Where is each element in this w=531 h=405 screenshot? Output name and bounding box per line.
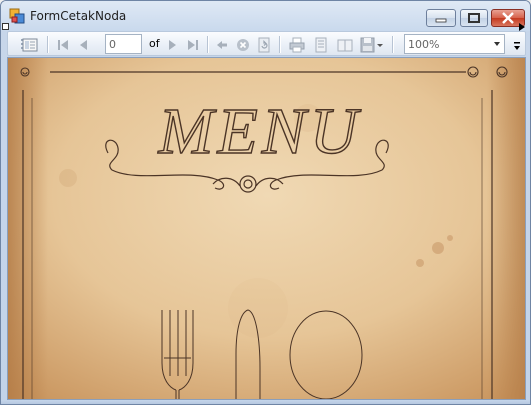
previous-page-icon[interactable] xyxy=(76,37,92,53)
toolbar-separator xyxy=(47,36,48,53)
menu-page: MENU xyxy=(8,58,525,399)
current-page-input[interactable]: 0 xyxy=(105,34,142,54)
refresh-icon[interactable] xyxy=(256,37,272,53)
app-icon xyxy=(9,8,25,24)
toolbar-separator xyxy=(279,36,280,53)
status-strip xyxy=(1,400,530,404)
zoom-dropdown-icon[interactable] xyxy=(494,42,500,46)
minimize-button[interactable] xyxy=(426,9,456,27)
page-of-label: of xyxy=(149,37,160,50)
export-icon[interactable] xyxy=(360,37,376,53)
stop-icon[interactable] xyxy=(235,37,251,53)
last-page-icon[interactable] xyxy=(185,37,201,53)
maximize-icon xyxy=(468,13,480,23)
print-layout-icon[interactable] xyxy=(313,37,329,53)
first-page-icon[interactable] xyxy=(55,37,71,53)
zoom-select[interactable]: 100% xyxy=(404,34,505,54)
minimize-icon xyxy=(435,18,447,23)
print-icon[interactable] xyxy=(289,37,305,53)
report-toolbar: 0 of 100% xyxy=(7,31,526,56)
next-page-icon[interactable] xyxy=(164,37,180,53)
report-viewer-canvas[interactable]: MENU xyxy=(7,57,526,400)
form-corner-handle[interactable] xyxy=(2,23,9,30)
menu-heading: MENU xyxy=(158,95,362,168)
watermark-text xyxy=(237,289,242,309)
export-dropdown-icon[interactable] xyxy=(376,37,384,53)
document-map-icon[interactable] xyxy=(22,37,38,53)
toolbar-separator xyxy=(392,36,393,53)
toolbar-separator xyxy=(207,36,208,53)
toolbar-overflow-icon[interactable] xyxy=(513,40,521,52)
back-icon[interactable] xyxy=(214,37,230,53)
title-bar[interactable]: FormCetakNoda xyxy=(1,1,530,31)
maximize-button[interactable] xyxy=(460,9,488,27)
zoom-value: 100% xyxy=(408,38,440,51)
app-window: FormCetakNoda 0 of 100% MENU xyxy=(0,0,531,405)
window-title: FormCetakNoda xyxy=(30,9,127,23)
page-setup-icon[interactable] xyxy=(337,37,353,53)
